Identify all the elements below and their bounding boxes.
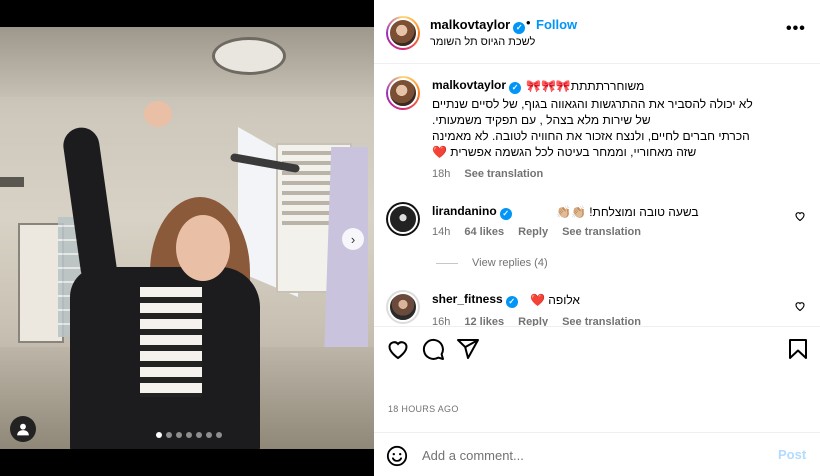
user-tag-icon (17, 423, 29, 436)
location-link[interactable]: לשכת הגיוס תל השומר (430, 36, 535, 48)
comment-username[interactable]: sher_fitness ✓ (432, 292, 518, 308)
raised-hand (144, 101, 172, 127)
likes-count[interactable]: 64 likes (464, 226, 504, 238)
caption-line: משוחררתתתת🎀🎀🎀 (526, 79, 645, 93)
save-icon[interactable] (786, 337, 810, 361)
timestamp: 14h (432, 226, 451, 238)
username-link[interactable]: malkovtaylor (430, 17, 510, 32)
carousel-dot[interactable] (176, 432, 182, 438)
striped-shirt (140, 287, 202, 397)
separator: • (526, 15, 531, 30)
more-icon[interactable]: ••• (786, 20, 806, 38)
caption-line: לא יכולה להסביר את ההתרגשות והגאווה בגוף… (432, 97, 753, 111)
comment-meta: 14h 64 likes Reply See translation (432, 226, 655, 238)
verified-icon: ✓ (499, 208, 512, 220)
comments-list[interactable]: malkovtaylor ✓ משוחררתתתת🎀🎀🎀 לא יכולה להס… (374, 64, 820, 326)
header-username[interactable]: malkovtaylor ✓ (430, 17, 526, 34)
share-icon[interactable] (456, 337, 480, 361)
view-replies-button[interactable]: View replies (4) (436, 257, 548, 269)
reply-button[interactable]: Reply (518, 316, 548, 326)
heart-icon[interactable] (794, 300, 806, 312)
post-panel: malkovtaylor ✓ • Follow לשכת הגיוס תל השו… (374, 0, 820, 476)
post-actions: 18 HOURS AGO Post (374, 326, 820, 476)
user-tag-button[interactable] (10, 416, 36, 442)
verified-icon: ✓ (509, 82, 522, 94)
next-image-button[interactable]: › (342, 228, 364, 250)
username-link[interactable]: malkovtaylor (432, 78, 506, 92)
likes-count[interactable]: 12 likes (464, 316, 504, 326)
avatar[interactable] (386, 290, 420, 324)
comment-text: בשעה טובה ומוצלחת! 👏🏼👏🏼 (556, 205, 699, 219)
carousel-dot[interactable] (166, 432, 172, 438)
caption-meta: 18h See translation (432, 168, 557, 180)
timestamp: 18h (432, 168, 451, 180)
username-link[interactable]: lirandanino (432, 204, 497, 218)
carousel-dot[interactable] (206, 432, 212, 438)
verified-icon: ✓ (513, 22, 526, 34)
avatar[interactable] (386, 16, 420, 50)
face (176, 215, 230, 281)
caption-line: הכרתי חברים לחיים, ולנצח אזכור את החוויה… (432, 129, 750, 143)
raised-arm (61, 125, 119, 289)
post-media[interactable]: › (0, 0, 374, 476)
heart-icon[interactable] (794, 210, 806, 222)
wall-lamp (0, 177, 24, 187)
caption-username[interactable]: malkovtaylor ✓ (432, 78, 522, 94)
emoji-icon[interactable] (386, 445, 408, 467)
chevron-right-icon: › (350, 231, 356, 247)
username-link[interactable]: sher_fitness (432, 292, 503, 306)
comment-meta: 16h 12 likes Reply See translation (432, 316, 655, 326)
timestamp: 16h (432, 316, 451, 326)
avatar[interactable] (386, 202, 420, 236)
follow-button[interactable]: Follow (536, 17, 577, 32)
comment-username[interactable]: lirandanino ✓ (432, 204, 512, 220)
see-translation-link[interactable]: See translation (562, 226, 641, 238)
comment-icon[interactable] (421, 337, 445, 361)
verified-icon: ✓ (505, 296, 518, 308)
comment-input[interactable] (422, 444, 762, 466)
ceiling-lamp (212, 37, 286, 75)
caption-line: של שירות מלא בצהל , עם תפקיד משמעותי. (432, 113, 651, 127)
post-header: malkovtaylor ✓ • Follow לשכת הגיוס תל השו… (374, 0, 820, 64)
post-button[interactable]: Post (778, 447, 806, 462)
carousel-dots (156, 432, 222, 438)
carousel-dot[interactable] (186, 432, 192, 438)
see-translation-link[interactable]: See translation (562, 316, 641, 326)
heart-icon[interactable] (386, 337, 410, 361)
carousel-dot[interactable] (196, 432, 202, 438)
reply-button[interactable]: Reply (518, 226, 548, 238)
caption-line: שזה מאחוריי, וממחר בעיטה לכל הגשמה אפשרי… (432, 145, 697, 159)
comment-text: אלופה ❤️ (530, 293, 580, 307)
person (61, 87, 301, 449)
post-image (0, 27, 374, 449)
add-comment-bar: Post (374, 432, 820, 476)
carousel-dot[interactable] (156, 432, 162, 438)
avatar[interactable] (386, 76, 420, 110)
carousel-dot[interactable] (216, 432, 222, 438)
see-translation-link[interactable]: See translation (464, 168, 543, 180)
post-modal: › malkovtaylor ✓ • Follow לשכת הגיוס תל ה… (0, 0, 820, 476)
post-time-ago[interactable]: 18 HOURS AGO (388, 404, 459, 414)
